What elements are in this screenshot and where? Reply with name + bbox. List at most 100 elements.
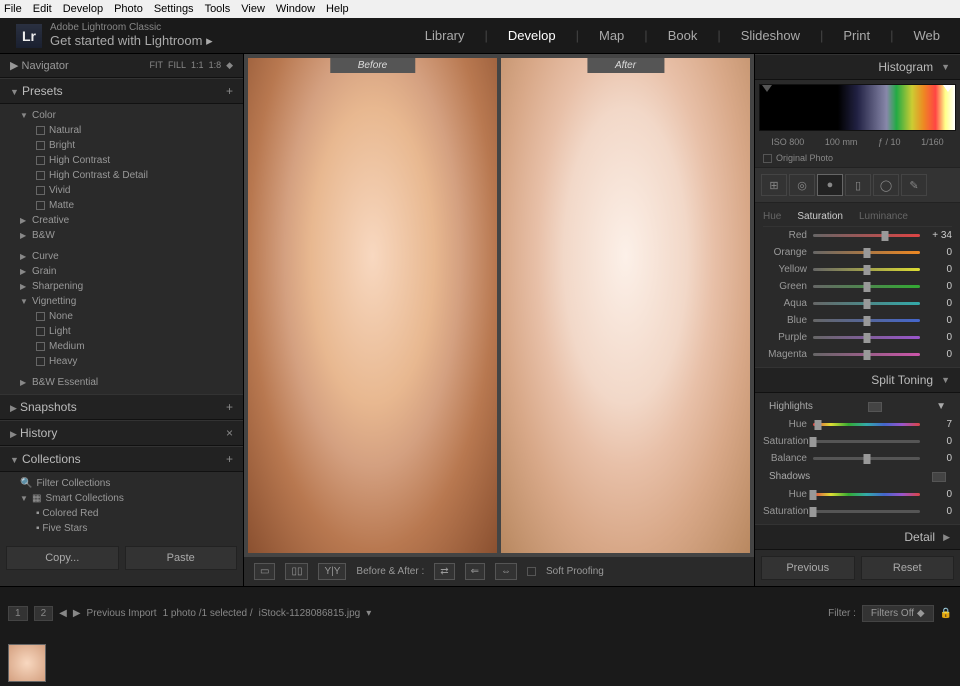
nav-size-FILL[interactable]: FILL — [168, 60, 186, 71]
add-collection-icon[interactable]: + — [226, 452, 233, 466]
menu-window[interactable]: Window — [276, 3, 315, 15]
module-map[interactable]: Map — [595, 28, 628, 43]
split-toning-header[interactable]: Split Toning▼ — [755, 367, 960, 393]
collection-five-stars[interactable]: ▪ Five Stars — [0, 521, 243, 536]
menu-edit[interactable]: Edit — [33, 3, 52, 15]
hsl-tab-hue[interactable]: Hue — [763, 211, 781, 222]
menu-view[interactable]: View — [241, 3, 265, 15]
split-balance-slider[interactable] — [813, 457, 920, 461]
source-label[interactable]: Previous Import — [87, 608, 157, 619]
collection-colored-red[interactable]: ▪ Colored Red — [0, 506, 243, 521]
add-preset-icon[interactable]: + — [226, 84, 233, 98]
highlights-swatch[interactable] — [868, 402, 882, 412]
sat-blue-slider[interactable] — [813, 319, 920, 323]
menu-develop[interactable]: Develop — [63, 3, 103, 15]
histogram-display[interactable] — [759, 84, 956, 131]
preset-heavy[interactable]: Heavy — [0, 354, 243, 369]
smart-collections[interactable]: ▼▦ Smart Collections — [0, 491, 243, 506]
compare-v-icon[interactable]: Y|Y — [318, 563, 346, 580]
preset-group-grain[interactable]: ▶Grain — [0, 264, 243, 279]
filmstrip-thumbnail[interactable] — [8, 644, 46, 682]
module-library[interactable]: Library — [421, 28, 469, 43]
preset-high-contrast-&-detail[interactable]: High Contrast & Detail — [0, 168, 243, 183]
sat-orange-slider[interactable] — [813, 251, 920, 255]
nav-size-1:1[interactable]: 1:1 — [191, 60, 204, 71]
original-photo-toggle[interactable]: Original Photo — [755, 149, 960, 167]
split-h-hue-slider[interactable] — [813, 423, 920, 427]
histogram-header[interactable]: Histogram▼ — [755, 54, 960, 80]
soft-proofing-checkbox[interactable] — [527, 567, 536, 576]
collections-header[interactable]: ▼ Collections + — [0, 446, 243, 472]
preset-light[interactable]: Light — [0, 324, 243, 339]
brush-tool-icon[interactable]: ✎ — [901, 174, 927, 196]
add-snapshot-icon[interactable]: + — [226, 400, 233, 414]
module-develop[interactable]: Develop — [504, 28, 560, 43]
preset-matte[interactable]: Matte — [0, 198, 243, 213]
preset-bright[interactable]: Bright — [0, 138, 243, 153]
preset-none[interactable]: None — [0, 309, 243, 324]
nav-back-icon[interactable]: ◀ — [59, 608, 67, 619]
menu-photo[interactable]: Photo — [114, 3, 143, 15]
preset-group-bw-essential[interactable]: ▶B&W Essential — [0, 375, 243, 390]
swap-icon[interactable]: ⇄ — [434, 563, 454, 580]
monitor-2-icon[interactable]: 2 — [34, 606, 54, 621]
monitor-1-icon[interactable]: 1 — [8, 606, 28, 621]
before-image[interactable]: Before — [248, 58, 497, 553]
sat-purple-slider[interactable] — [813, 336, 920, 340]
previous-button[interactable]: Previous — [761, 556, 855, 580]
navigator-sizes[interactable]: FITFILL1:11:8 ◆ — [150, 60, 233, 71]
detail-header[interactable]: Detail▶ — [755, 524, 960, 550]
nav-size-1:8[interactable]: 1:8 — [209, 60, 222, 71]
loupe-view-icon[interactable]: ▭ — [254, 563, 275, 580]
paste-button[interactable]: Paste — [125, 546, 238, 570]
menu-settings[interactable]: Settings — [154, 3, 194, 15]
clear-history-icon[interactable]: × — [226, 426, 233, 440]
sat-magenta-slider[interactable] — [813, 353, 920, 357]
preset-high-contrast[interactable]: High Contrast — [0, 153, 243, 168]
copy-after-icon[interactable]: ⇔ — [495, 563, 517, 580]
sat-green-slider[interactable] — [813, 285, 920, 289]
filter-lock-icon[interactable]: 🔒 — [940, 608, 952, 619]
sat-aqua-slider[interactable] — [813, 302, 920, 306]
menu-tools[interactable]: Tools — [205, 3, 231, 15]
hsl-tab-luminance[interactable]: Luminance — [859, 211, 908, 222]
module-web[interactable]: Web — [910, 28, 945, 43]
split-h-sat-slider[interactable] — [813, 440, 920, 444]
preset-group-curve[interactable]: ▶Curve — [0, 249, 243, 264]
history-header[interactable]: ▶ History × — [0, 420, 243, 446]
preset-group-color[interactable]: ▼Color — [0, 108, 243, 123]
copy-button[interactable]: Copy... — [6, 546, 119, 570]
app-subtitle[interactable]: Get started with Lightroom ▸ — [50, 33, 213, 49]
reset-button[interactable]: Reset — [861, 556, 955, 580]
spot-tool-icon[interactable]: ◎ — [789, 174, 815, 196]
preset-vivid[interactable]: Vivid — [0, 183, 243, 198]
preset-group-creative[interactable]: ▶Creative — [0, 213, 243, 228]
split-s-sat-slider[interactable] — [813, 510, 920, 514]
navigator-header[interactable]: ▶ Navigator FITFILL1:11:8 ◆ — [0, 54, 243, 78]
nav-forward-icon[interactable]: ▶ — [73, 608, 81, 619]
copy-before-icon[interactable]: ⇐ — [465, 563, 485, 580]
preset-medium[interactable]: Medium — [0, 339, 243, 354]
filter-collections-input[interactable]: 🔍 Filter Collections — [0, 476, 243, 491]
radial-tool-icon[interactable]: ◯ — [873, 174, 899, 196]
filter-dropdown[interactable]: Filters Off ◆ — [862, 605, 934, 622]
menu-file[interactable]: File — [4, 3, 22, 15]
shadows-swatch[interactable] — [932, 472, 946, 482]
split-s-hue-slider[interactable] — [813, 493, 920, 497]
menu-help[interactable]: Help — [326, 3, 349, 15]
snapshots-header[interactable]: ▶ Snapshots + — [0, 394, 243, 420]
module-print[interactable]: Print — [839, 28, 874, 43]
module-slideshow[interactable]: Slideshow — [737, 28, 804, 43]
module-book[interactable]: Book — [664, 28, 702, 43]
grad-tool-icon[interactable]: ▯ — [845, 174, 871, 196]
hsl-tab-saturation[interactable]: Saturation — [797, 211, 843, 222]
preset-group-vignetting[interactable]: ▼Vignetting — [0, 294, 243, 309]
sat-yellow-slider[interactable] — [813, 268, 920, 272]
preset-group-b&w[interactable]: ▶B&W — [0, 228, 243, 243]
preset-group-sharpening[interactable]: ▶Sharpening — [0, 279, 243, 294]
preset-natural[interactable]: Natural — [0, 123, 243, 138]
sat-red-slider[interactable] — [813, 234, 920, 238]
redeye-tool-icon[interactable]: ● — [817, 174, 843, 196]
presets-header[interactable]: ▼ Presets + — [0, 78, 243, 104]
compare-h-icon[interactable]: ▯▯ — [285, 563, 308, 580]
